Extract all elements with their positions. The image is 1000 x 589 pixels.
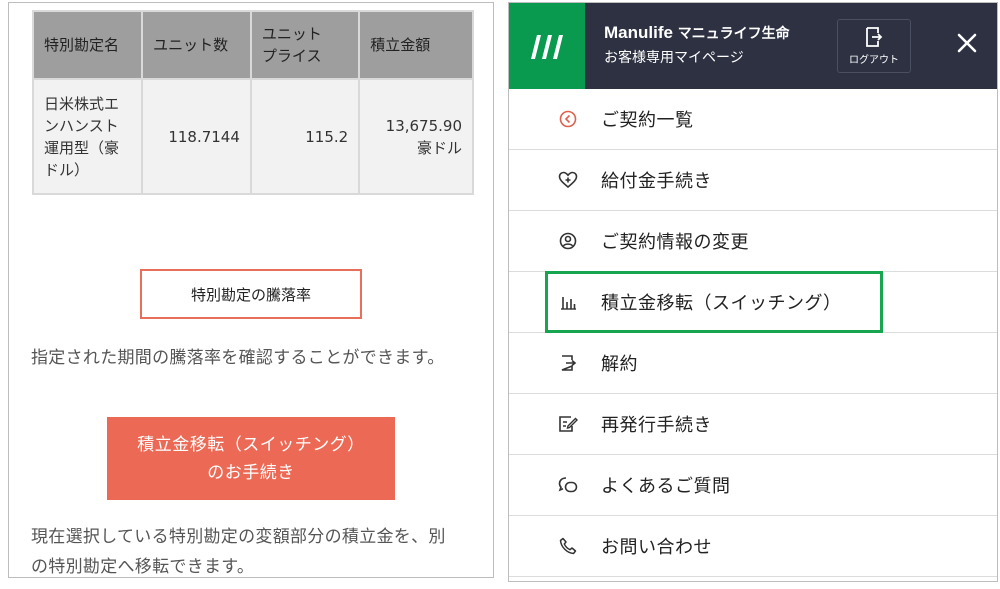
page-subtitle: お客様専用マイページ <box>604 50 744 66</box>
close-icon[interactable] <box>949 25 985 61</box>
menu-item-contract-list[interactable]: ご契約一覧 <box>509 89 997 150</box>
switching-button-line2: のお手続き <box>207 462 295 483</box>
brand-name-latin: Manulife <box>604 23 673 42</box>
exit-door-icon <box>557 352 579 374</box>
switching-button-line1: 積立金移転（スイッチング） <box>137 434 365 455</box>
menu-label: 再発行手続き <box>601 415 712 436</box>
fund-detail-panel: 特別勘定名 ユニット数 ユニット プライス 積立金額 日米株式エ ンハンスト 運… <box>8 2 494 578</box>
switching-procedure-button[interactable]: 積立金移転（スイッチング） のお手続き <box>107 417 395 500</box>
menu-item-cancellation[interactable]: 解約 <box>509 333 997 394</box>
menu-item-switching[interactable]: 積立金移転（スイッチング） <box>509 272 997 333</box>
menu-item-contact[interactable]: お問い合わせ <box>509 516 997 577</box>
menu-header: Manulife マニュライフ生命 お客様専用マイページ ログアウト <box>509 3 997 89</box>
fund-rate-button[interactable]: 特別勘定の騰落率 <box>140 269 362 319</box>
phone-icon <box>557 535 579 557</box>
switching-description: 現在選択している特別勘定の変額部分の積立金を、別 の特別勘定へ移転できます。 <box>31 527 446 577</box>
table-row: 日米株式エ ンハンスト 運用型（豪 ドル） 118.7144 115.2 13,… <box>31 78 474 195</box>
header-amount: 積立金額 <box>358 10 474 80</box>
menu-label: 解約 <box>601 354 638 375</box>
header-fund-name: 特別勘定名 <box>31 10 144 80</box>
rate-description: 指定された期間の騰落率を確認することができます。 <box>31 348 445 368</box>
unit-price-cell: 115.2 <box>249 78 361 195</box>
amount-cell: 13,675.90 豪ドル <box>358 78 474 195</box>
brand-block: Manulife マニュライフ生命 お客様専用マイページ <box>604 23 790 67</box>
bar-chart-icon <box>557 291 579 313</box>
fund-table: 特別勘定名 ユニット数 ユニット プライス 積立金額 日米株式エ ンハンスト 運… <box>31 10 474 195</box>
logout-button[interactable]: ログアウト <box>837 19 911 73</box>
fund-name-cell: 日米株式エ ンハンスト 運用型（豪 ドル） <box>31 78 144 195</box>
menu-item-reissue[interactable]: 再発行手続き <box>509 394 997 455</box>
menu-label: 積立金移転（スイッチング） <box>601 293 842 314</box>
user-circle-icon <box>557 230 579 252</box>
side-menu: ご契約一覧 給付金手続き ご契約情報の変更 積立金移転（スイッチング） 解約 再… <box>509 89 997 577</box>
menu-item-benefit-procedure[interactable]: 給付金手続き <box>509 150 997 211</box>
menu-label: 給付金手続き <box>601 171 712 192</box>
menu-item-contract-change[interactable]: ご契約情報の変更 <box>509 211 997 272</box>
document-edit-icon <box>557 413 579 435</box>
header-units: ユニット数 <box>141 10 252 80</box>
chat-question-icon <box>557 474 579 496</box>
fund-table-header: 特別勘定名 ユニット数 ユニット プライス 積立金額 <box>31 10 474 80</box>
menu-item-faq[interactable]: よくあるご質問 <box>509 455 997 516</box>
brand-name-jp: マニュライフ生命 <box>677 26 790 42</box>
menu-label: ご契約情報の変更 <box>601 232 749 253</box>
logout-label: ログアウト <box>849 54 899 66</box>
menu-label: ご契約一覧 <box>601 110 694 131</box>
logout-icon <box>866 26 883 47</box>
chevron-left-circle-icon <box>557 108 579 130</box>
units-cell: 118.7144 <box>141 78 252 195</box>
menu-label: お問い合わせ <box>601 537 712 558</box>
manulife-logo-icon[interactable] <box>509 3 585 89</box>
menu-label: よくあるご質問 <box>601 476 731 497</box>
side-menu-panel: Manulife マニュライフ生命 お客様専用マイページ ログアウト ご契約一覧 <box>508 2 998 582</box>
header-unit-price: ユニット プライス <box>249 10 361 80</box>
heart-plus-icon <box>557 169 579 191</box>
